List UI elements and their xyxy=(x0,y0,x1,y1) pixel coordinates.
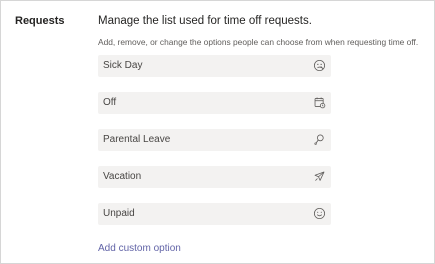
option-label: Vacation xyxy=(103,171,142,182)
sick-face-icon[interactable] xyxy=(313,59,326,72)
section-description: Add, remove, or change the options peopl… xyxy=(98,37,419,47)
section-label: Requests xyxy=(15,15,65,27)
option-label: Sick Day xyxy=(103,60,143,71)
smiley-icon[interactable] xyxy=(313,207,326,220)
calendar-icon[interactable] xyxy=(313,96,326,109)
option-field-sick-day[interactable]: Sick Day xyxy=(98,55,331,77)
airplane-icon[interactable] xyxy=(313,170,326,183)
option-field-vacation[interactable]: Vacation xyxy=(98,166,331,188)
requests-settings-panel: Requests Manage the list used for time o… xyxy=(0,0,435,264)
option-label: Parental Leave xyxy=(103,134,171,145)
option-field-parental-leave[interactable]: Parental Leave xyxy=(98,129,331,151)
option-field-off[interactable]: Off xyxy=(98,92,331,114)
baby-rattle-icon[interactable] xyxy=(313,133,326,146)
option-label: Unpaid xyxy=(103,208,135,219)
add-custom-option-link[interactable]: Add custom option xyxy=(98,243,181,254)
option-label: Off xyxy=(103,97,117,108)
section-heading: Manage the list used for time off reques… xyxy=(98,15,312,27)
option-field-unpaid[interactable]: Unpaid xyxy=(98,203,331,225)
